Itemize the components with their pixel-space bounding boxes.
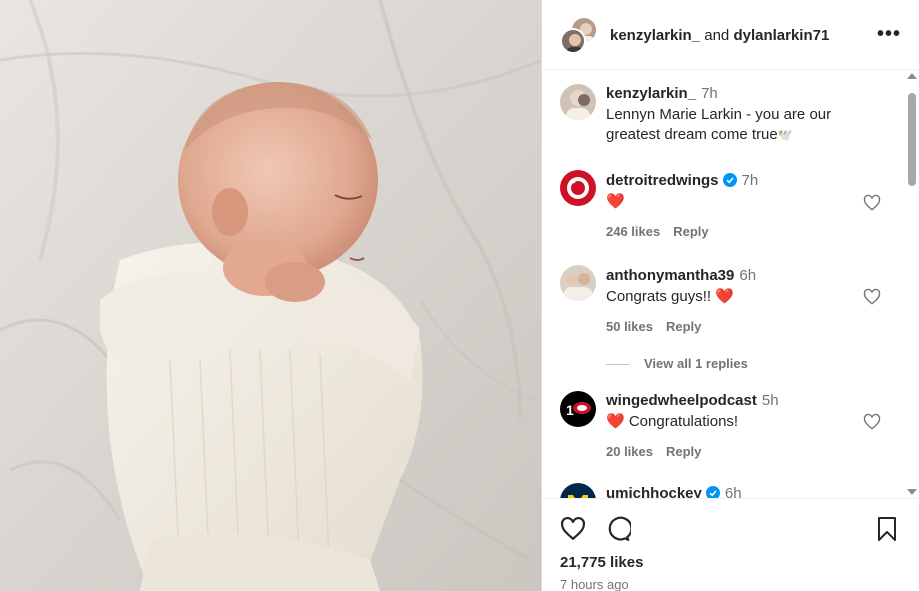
view-replies-button[interactable]: View all 1 replies <box>606 356 748 371</box>
comment-likes[interactable]: 246 likes <box>606 224 660 239</box>
reply-button[interactable]: Reply <box>666 319 701 334</box>
dove-emoji: 🕊️ <box>777 128 793 142</box>
comment-meta: 50 likes Reply <box>606 319 714 334</box>
scroll-down-arrow-icon[interactable] <box>907 489 917 495</box>
comment-like-heart-icon[interactable] <box>863 288 881 306</box>
post-actions: 21,775 likes 7 hours ago <box>543 498 919 591</box>
comment-meta: 246 likes Reply <box>606 224 722 239</box>
comment-username[interactable]: wingedwheelpodcast <box>606 392 757 409</box>
comment-text: ❤️ Congratulations! <box>606 413 739 430</box>
comments-scrollbar[interactable] <box>905 73 917 495</box>
comment-header: umichhockey 6h <box>606 485 742 498</box>
replies-divider <box>606 364 630 366</box>
comment-text: ❤️ <box>606 193 625 210</box>
post-authors: kenzylarkin_ and dylanlarkin71 <box>610 27 829 44</box>
verified-icon <box>722 173 737 187</box>
post-header: kenzylarkin_ and dylanlarkin71 ••• <box>543 0 919 70</box>
scroll-up-arrow-icon[interactable] <box>907 73 917 79</box>
header-username-2[interactable]: dylanlarkin71 <box>733 27 829 44</box>
header-and: and <box>704 27 730 44</box>
comment-time: 6h <box>724 485 742 498</box>
post-detail-panel: kenzylarkin_ and dylanlarkin71 ••• kenzy… <box>543 0 919 591</box>
verified-icon <box>705 486 720 498</box>
bookmark-icon[interactable] <box>875 516 899 542</box>
post-likes-count[interactable]: 21,775 likes <box>560 554 643 571</box>
avatar-dylanlarkin[interactable] <box>560 28 586 54</box>
comment-likes[interactable]: 20 likes <box>606 444 653 459</box>
avatar-detroitredwings[interactable] <box>560 170 596 206</box>
comment-likes[interactable]: 50 likes <box>606 319 653 334</box>
collab-avatars[interactable] <box>560 16 598 54</box>
scrollbar-thumb[interactable] <box>908 93 916 186</box>
post-photo[interactable] <box>0 0 542 591</box>
comment-header: detroitredwings 7h <box>606 172 758 190</box>
reply-button[interactable]: Reply <box>673 224 708 239</box>
comment-like-heart-icon[interactable] <box>863 194 881 212</box>
avatar-umichhockey[interactable] <box>560 483 596 498</box>
svg-text:1: 1 <box>566 402 574 418</box>
comment-header: wingedwheelpodcast 5h <box>606 392 779 410</box>
reply-button[interactable]: Reply <box>666 444 701 459</box>
baby-photo-illustration <box>0 0 541 591</box>
avatar-wingedwheelpodcast[interactable]: 1 <box>560 391 596 427</box>
comment-icon[interactable] <box>605 516 631 542</box>
avatar-anthonymantha39[interactable] <box>560 265 596 301</box>
comment-time: 7h <box>741 172 759 189</box>
post-timestamp[interactable]: 7 hours ago <box>560 577 629 591</box>
caption-header: kenzylarkin_ 7h <box>606 85 718 103</box>
more-options-icon[interactable]: ••• <box>877 24 901 44</box>
comment-like-heart-icon[interactable] <box>863 413 881 431</box>
caption-line-1: Lennyn Marie Larkin - you are our <box>606 106 832 123</box>
header-username-1[interactable]: kenzylarkin_ <box>610 27 700 44</box>
comment-time: 5h <box>761 392 779 409</box>
comment-username[interactable]: anthonymantha39 <box>606 267 734 284</box>
comment-time: 6h <box>739 267 757 284</box>
comment-text: Congrats guys!! ❤️ <box>606 288 734 305</box>
caption-time: 7h <box>701 85 718 102</box>
comment-meta: 20 likes Reply <box>606 444 714 459</box>
caption-line-2: greatest dream come true <box>606 126 778 143</box>
caption-username[interactable]: kenzylarkin_ <box>606 85 696 102</box>
comment-username[interactable]: umichhockey <box>606 485 702 498</box>
caption-text: Lennyn Marie Larkin - you are our greate… <box>606 105 831 145</box>
view-replies-label[interactable]: View all 1 replies <box>644 356 748 371</box>
heart-icon[interactable] <box>560 516 586 542</box>
comments-list[interactable]: kenzylarkin_ 7h Lennyn Marie Larkin - you… <box>543 71 903 498</box>
comment-header: anthonymantha39 6h <box>606 267 756 285</box>
comment-username[interactable]: detroitredwings <box>606 172 719 189</box>
caption-avatar[interactable] <box>560 84 596 120</box>
